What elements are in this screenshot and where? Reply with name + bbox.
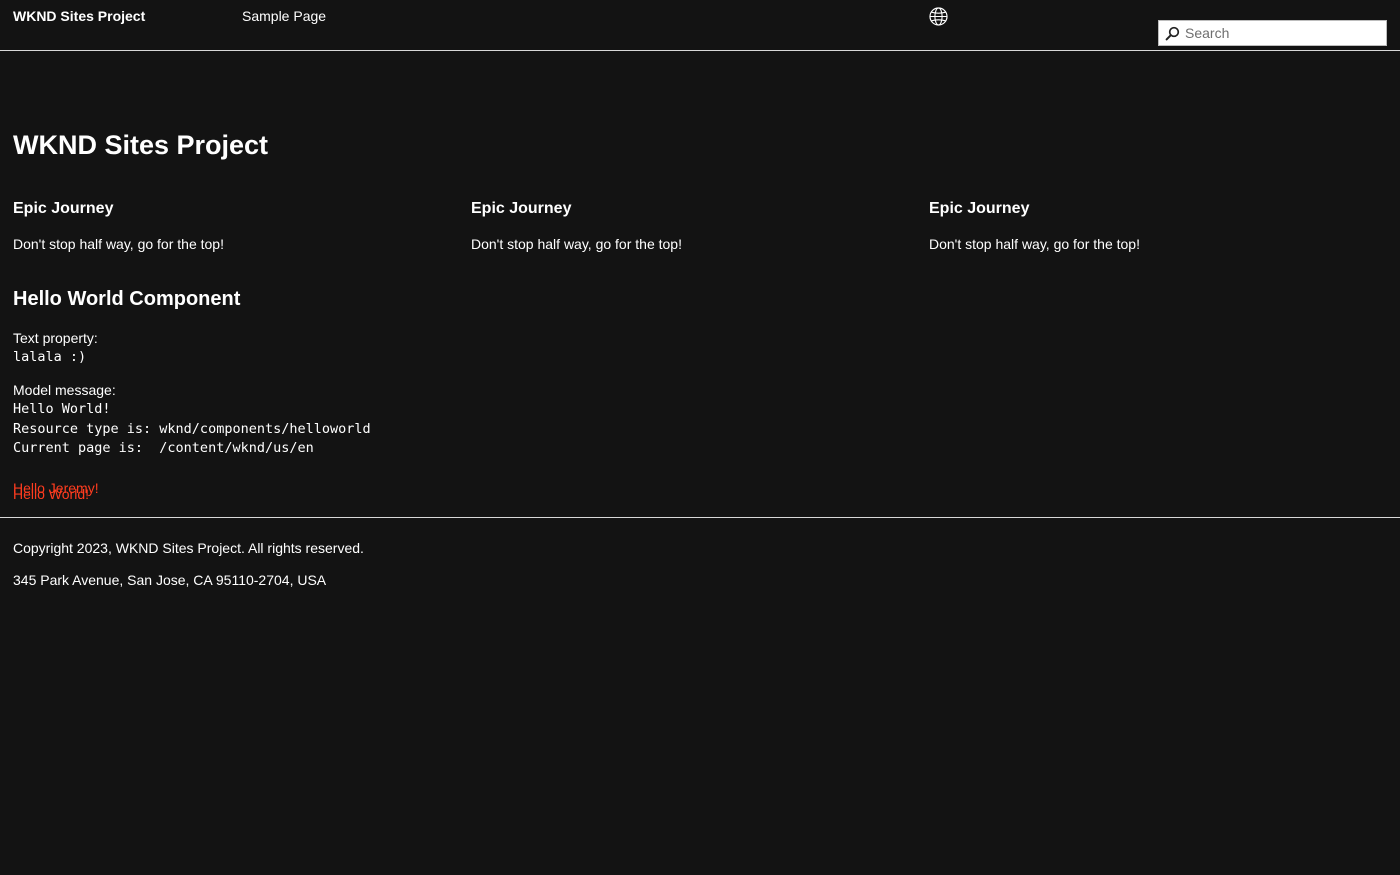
- site-footer: Copyright 2023, WKND Sites Project. All …: [0, 517, 1400, 588]
- site-brand-link[interactable]: WKND Sites Project: [13, 8, 145, 25]
- page-title: WKND Sites Project: [13, 130, 269, 160]
- site-header: WKND Sites Project Sample Page: [0, 0, 1400, 51]
- teaser-description: Don't stop half way, go for the top!: [929, 236, 1140, 252]
- model-message-line: Resource type is: wknd/components/hellow…: [13, 420, 371, 437]
- model-message-line: Current page is: /content/wknd/us/en: [13, 440, 314, 456]
- hello-world-title: Hello World Component: [13, 288, 241, 310]
- teaser-card: Epic Journey Don't stop half way, go for…: [929, 199, 1349, 253]
- main-content: WKND Sites Project Epic Journey Don't st…: [0, 51, 1400, 517]
- model-message-line: Hello World!: [13, 401, 111, 417]
- teaser-title: Epic Journey: [13, 200, 114, 217]
- search-input[interactable]: [1185, 21, 1383, 45]
- text-property-label: Text property:: [13, 330, 98, 346]
- address-text: 345 Park Avenue, San Jose, CA 95110-2704…: [13, 572, 327, 588]
- text-property-value: lalala :): [13, 349, 87, 365]
- search-icon: [1165, 26, 1180, 41]
- search-box: [1158, 20, 1387, 46]
- hello-jeremy-message: Hello Jeremy!: [13, 480, 99, 496]
- model-message-label: Model message:: [13, 382, 116, 398]
- teaser-description: Don't stop half way, go for the top!: [471, 236, 682, 252]
- teaser-card: Epic Journey Don't stop half way, go for…: [13, 199, 433, 253]
- teaser-description: Don't stop half way, go for the top!: [13, 236, 224, 252]
- language-navigation-button[interactable]: [928, 6, 949, 27]
- globe-icon: [929, 7, 948, 26]
- nav-item-sample-page[interactable]: Sample Page: [242, 8, 326, 25]
- teaser-card: Epic Journey Don't stop half way, go for…: [471, 199, 891, 253]
- copyright-text: Copyright 2023, WKND Sites Project. All …: [13, 540, 364, 556]
- teaser-title: Epic Journey: [929, 200, 1030, 217]
- teaser-title: Epic Journey: [471, 200, 572, 217]
